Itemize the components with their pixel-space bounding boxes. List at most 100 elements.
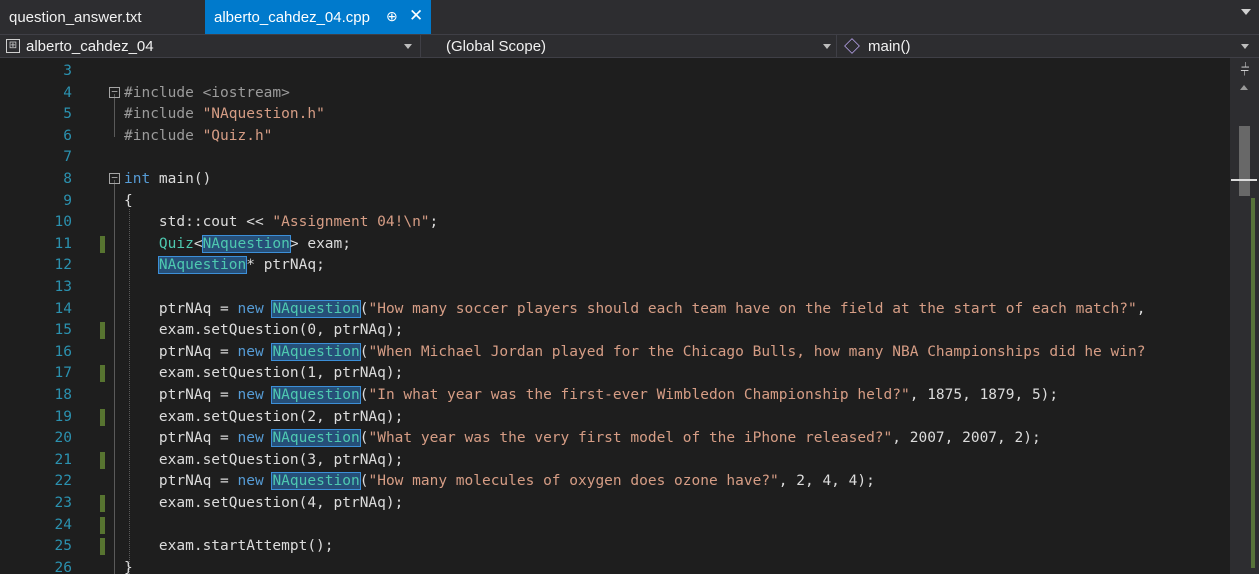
code-line: 23 exam.setQuestion(4, ptrNAq); [0, 493, 1230, 515]
code-line: 5 #include "NAquestion.h" [0, 104, 1230, 126]
code-line: 21 exam.setQuestion(3, ptrNAq); [0, 450, 1230, 472]
divider [836, 35, 837, 57]
line-number: 14 [54, 300, 72, 317]
scope-dropdown[interactable]: (Global Scope) [446, 35, 836, 57]
line-number: 18 [54, 387, 72, 403]
code-text: int main() [124, 171, 212, 187]
split-window-icon[interactable]: ⫩ [1238, 63, 1252, 79]
line-number: 23 [54, 495, 72, 511]
code-text: exam.setQuestion(3, ptrNAq); [124, 451, 404, 468]
line-number: 16 [54, 343, 72, 360]
line-number: 3 [63, 63, 72, 79]
collapse-icon[interactable]: − [109, 86, 120, 98]
code-line: 22 ptrNAq = new NAquestion("How many mol… [0, 471, 1230, 493]
code-line: 4 − #include <iostream> [0, 83, 1230, 105]
line-number: 20 [54, 430, 72, 447]
code-text: std::cout << "Assignment 04!\n"; [124, 214, 439, 231]
chevron-down-icon [823, 44, 831, 49]
change-marker [100, 365, 105, 383]
code-text: ptrNAq = new NAquestion("How many soccer… [124, 299, 1146, 318]
line-number: 11 [54, 235, 72, 252]
caret-position-marker [1231, 179, 1257, 181]
code-line: 19 exam.setQuestion(2, ptrNAq); [0, 407, 1230, 429]
change-marker [100, 322, 105, 340]
code-line: 14 ptrNAq = new NAquestion("How many soc… [0, 299, 1230, 321]
code-text: #include "NAquestion.h" [124, 106, 325, 123]
scroll-up-arrow-icon[interactable] [1240, 85, 1248, 90]
code-editor[interactable]: 3 4 − #include <iostream> 5 #include "NA… [0, 58, 1230, 574]
line-number: 24 [54, 516, 72, 533]
line-number: 4 [63, 84, 72, 101]
project-dropdown[interactable]: ⊞ alberto_cahdez_04 [6, 35, 416, 57]
scroll-thumb[interactable] [1239, 126, 1250, 196]
line-number: 8 [63, 171, 72, 187]
collapse-icon[interactable]: − [109, 172, 120, 184]
code-line: 7 [0, 147, 1230, 169]
code-text: ptrNAq = new NAquestion("How many molecu… [124, 472, 875, 491]
vertical-scrollbar[interactable]: ⫩ [1230, 58, 1259, 574]
navigation-bar: ⊞ alberto_cahdez_04 (Global Scope) main(… [0, 34, 1259, 58]
code-line: 17 exam.setQuestion(1, ptrNAq); [0, 363, 1230, 385]
line-number: 9 [63, 192, 72, 209]
line-number: 7 [63, 149, 72, 166]
line-number: 5 [63, 106, 72, 123]
code-line: 3 [0, 61, 1230, 83]
member-dropdown[interactable]: main() [844, 35, 1255, 57]
line-number: 22 [54, 473, 72, 490]
project-label: alberto_cahdez_04 [26, 37, 154, 55]
line-number: 17 [54, 365, 72, 382]
member-label: main() [868, 37, 911, 55]
code-line: 6 #include "Quiz.h" [0, 126, 1230, 148]
code-line: 26 } [0, 558, 1230, 574]
code-text: exam.setQuestion(0, ptrNAq); [124, 322, 404, 339]
code-text: NAquestion* ptrNAq; [157, 256, 325, 275]
tab-question-answer[interactable]: question_answer.txt [0, 0, 205, 34]
change-marker [100, 451, 105, 469]
code-text: Quiz<NAquestion> exam; [158, 234, 351, 253]
code-line: 18 ptrNAq = new NAquestion("In what year… [0, 385, 1230, 407]
line-number: 6 [63, 127, 72, 144]
tab-label: alberto_cahdez_04.cpp [214, 8, 370, 26]
code-line: 16 ptrNAq = new NAquestion("When Michael… [0, 342, 1230, 364]
code-text: exam.setQuestion(2, ptrNAq); [124, 408, 404, 425]
line-number: 13 [54, 279, 72, 295]
function-cube-icon [844, 38, 860, 54]
line-number: 15 [54, 322, 72, 339]
change-marker [100, 235, 105, 253]
code-line: 15 exam.setQuestion(0, ptrNAq); [0, 320, 1230, 342]
code-line: 20 ptrNAq = new NAquestion("What year wa… [0, 428, 1230, 450]
close-icon[interactable]: ✕ [409, 6, 423, 26]
tab-alberto-cahdez-04[interactable]: alberto_cahdez_04.cpp ⊕ ✕ [205, 0, 431, 34]
code-text: } [124, 559, 133, 574]
tab-overflow-dropdown-icon[interactable] [1241, 9, 1251, 15]
line-number: 19 [54, 408, 72, 425]
chevron-down-icon [1241, 44, 1249, 49]
code-line: 24 [0, 515, 1230, 537]
change-marker [100, 538, 105, 556]
code-text: #include "Quiz.h" [124, 127, 273, 144]
code-line: 12 NAquestion* ptrNAq; [0, 255, 1230, 277]
line-number: 21 [54, 451, 72, 468]
pin-icon[interactable]: ⊕ [386, 8, 398, 25]
code-line: 9 { [0, 191, 1230, 213]
code-line: 11 Quiz<NAquestion> exam; [0, 234, 1230, 256]
code-line: 25 exam.startAttempt(); [0, 536, 1230, 558]
code-line: 8 − int main() [0, 169, 1230, 191]
code-text: ptrNAq = new NAquestion("In what year wa… [124, 386, 1059, 404]
line-number: 25 [54, 538, 72, 555]
change-marker [100, 516, 105, 534]
code-text: exam.setQuestion(1, ptrNAq); [124, 365, 404, 382]
divider [420, 35, 421, 57]
line-number: 10 [54, 214, 72, 231]
scope-label: (Global Scope) [446, 37, 547, 55]
code-line: 13 [0, 277, 1230, 299]
tab-strip: question_answer.txt alberto_cahdez_04.cp… [0, 0, 1259, 34]
code-text: #include <iostream> [124, 84, 290, 101]
code-text: ptrNAq = new NAquestion("What year was t… [124, 429, 1041, 448]
change-marker [100, 408, 105, 426]
code-text: { [124, 192, 133, 209]
code-line: 10 std::cout << "Assignment 04!\n"; [0, 212, 1230, 234]
code-text: exam.startAttempt(); [124, 538, 334, 555]
tab-label: question_answer.txt [9, 8, 142, 26]
line-number: 12 [54, 257, 72, 274]
